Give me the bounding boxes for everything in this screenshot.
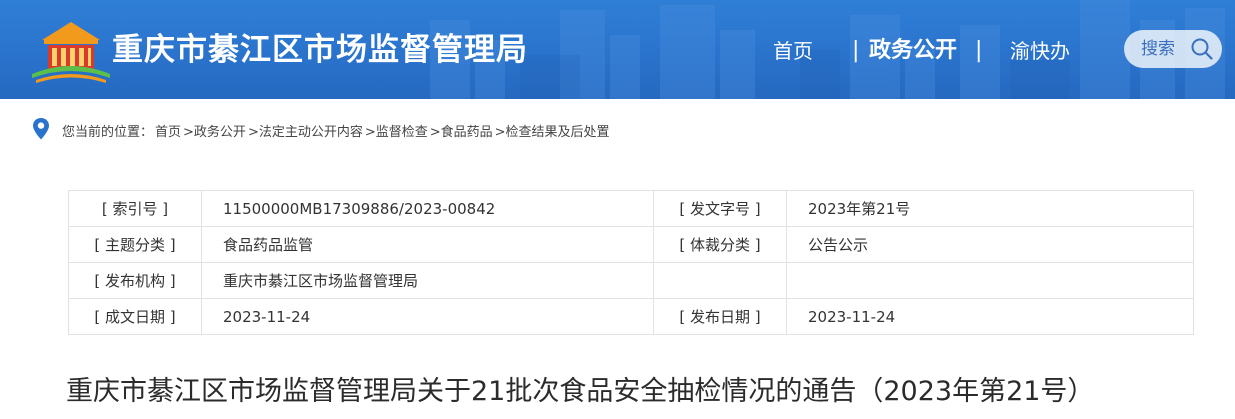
meta-value: 11500000MB17309886/2023-00842 (201, 190, 654, 227)
breadcrumb-item-supervision[interactable]: >监督检查 (365, 125, 428, 140)
meta-key: [ 索引号 ] (68, 190, 202, 227)
meta-key: [ 成文日期 ] (68, 298, 202, 335)
location-pin-icon (33, 118, 49, 140)
meta-value: 2023-11-24 (786, 298, 1194, 335)
meta-value: 2023年第21号 (786, 190, 1194, 227)
table-row: [ 发布机构 ] 重庆市綦江区市场监督管理局 (68, 262, 1194, 299)
meta-key: [ 发文字号 ] (653, 190, 787, 227)
breadcrumb-item-food-drug[interactable]: >食品药品 (430, 125, 493, 140)
meta-key: [ 主题分类 ] (68, 226, 202, 263)
table-row: [ 主题分类 ] 食品药品监管 [ 体裁分类 ] 公告公示 (68, 226, 1194, 263)
document-meta-table: [ 索引号 ] 11500000MB17309886/2023-00842 [ … (68, 190, 1194, 335)
breadcrumb-item-results[interactable]: >检查结果及后处置 (495, 125, 610, 140)
meta-key: [ 体裁分类 ] (653, 226, 787, 263)
meta-key (653, 262, 787, 299)
nav-separator: | (975, 38, 983, 63)
search-label: 搜索 (1141, 39, 1175, 59)
meta-value: 公告公示 (786, 226, 1194, 263)
meta-value: 2023-11-24 (201, 298, 654, 335)
meta-value: 重庆市綦江区市场监督管理局 (201, 262, 654, 299)
breadcrumb-item-gov-open[interactable]: >政务公开 (183, 125, 246, 140)
article-title: 重庆市綦江区市场监督管理局关于21批次食品安全抽检情况的通告（2023年第21号… (66, 376, 1095, 407)
nav-separator: | (852, 38, 860, 63)
table-row: [ 索引号 ] 11500000MB17309886/2023-00842 [ … (68, 190, 1194, 227)
nav-home[interactable]: 首页 (773, 36, 813, 66)
breadcrumb-item-home[interactable]: 首页 (155, 125, 181, 140)
meta-value (786, 262, 1194, 299)
nav-gov-open[interactable]: 政务公开 (869, 36, 957, 66)
meta-key: [ 发布机构 ] (68, 262, 202, 299)
nav-yukuaiban[interactable]: 渝快办 (1010, 36, 1070, 66)
meta-key: [ 发布日期 ] (653, 298, 787, 335)
bureau-logo[interactable] (30, 18, 112, 84)
search-button[interactable]: 搜索 (1124, 30, 1222, 68)
site-header: 重庆市綦江区市场监督管理局 首页 | 政务公开 | 渝快办 搜索 (0, 0, 1235, 99)
site-title[interactable]: 重庆市綦江区市场监督管理局 (112, 30, 528, 70)
meta-value: 食品药品监管 (201, 226, 654, 263)
table-row: [ 成文日期 ] 2023-11-24 [ 发布日期 ] 2023-11-24 (68, 298, 1194, 335)
search-icon (1191, 38, 1213, 60)
breadcrumb-item-statutory[interactable]: >法定主动公开内容 (248, 125, 363, 140)
breadcrumb-prefix: 您当前的位置： (62, 125, 154, 140)
